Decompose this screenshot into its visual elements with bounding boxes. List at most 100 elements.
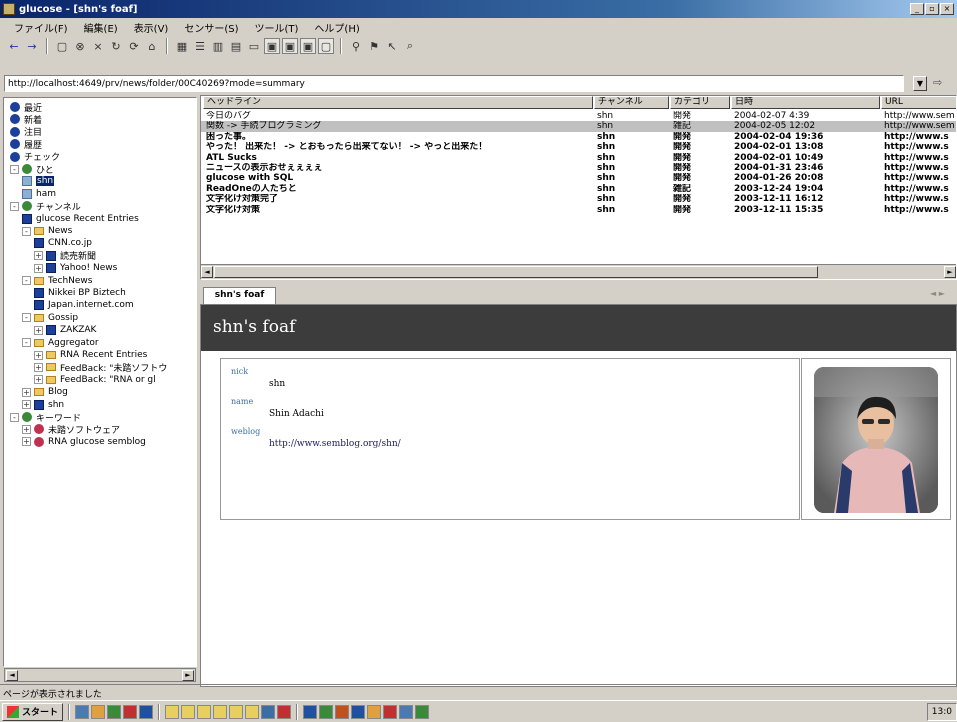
tree-horizontal-scrollbar[interactable]: ◄ ► — [4, 668, 196, 682]
forward-arrow-icon[interactable]: → — [24, 38, 40, 54]
layout-2-icon[interactable]: ▣ — [282, 38, 298, 54]
refresh-all-icon[interactable]: ⟳ — [126, 38, 142, 54]
window-button-icon[interactable] — [261, 704, 276, 719]
column-header[interactable]: カテゴリ — [670, 96, 730, 109]
collapse-icon[interactable]: - — [22, 276, 31, 286]
tree-node[interactable]: 新着 — [10, 113, 42, 126]
app-icon[interactable] — [107, 704, 122, 719]
channel-tree[interactable]: 最近 新着 注目 履歴 チェック - ひと shn ham - チャンネル glucose Recen… — [3, 97, 197, 667]
minimize-button[interactable]: _ — [910, 3, 924, 15]
stop-icon[interactable]: ⊗ — [72, 38, 88, 54]
tree-node[interactable]: + RNA glucose semblog — [22, 436, 146, 448]
tree-node[interactable]: 最近 — [10, 101, 42, 114]
tree-node[interactable]: + RNA Recent Entries — [34, 349, 147, 361]
tree-node[interactable]: + FeedBack: "未踏ソフトウ — [34, 361, 167, 374]
tree-node[interactable]: - News — [22, 225, 72, 237]
table-row[interactable]: 困った事。 shn 開発 2004-02-04 19:36 http://www.s — [201, 132, 956, 143]
table-row[interactable]: ニュースの表示おせぇぇぇぇ shn 開発 2004-01-31 23:46 http:/… — [201, 163, 956, 174]
refresh-icon[interactable]: ↻ — [108, 38, 124, 54]
tab-navigation-icon[interactable]: ◄ ► — [930, 289, 945, 298]
expand-icon[interactable]: + — [22, 387, 31, 397]
table-row[interactable]: ATL Sucks shn 開発 2004-02-01 10:49 http://www… — [201, 153, 956, 164]
scroll-left-icon[interactable]: ◄ — [201, 266, 213, 278]
tray-app-icon[interactable] — [367, 704, 382, 719]
tree-node[interactable]: + ZAKZAK — [34, 324, 96, 336]
table-row[interactable]: 今日のバグ shn 開発 2004-02-07 4:39 http://www.sem — [201, 111, 956, 122]
tray-app-icon[interactable] — [351, 704, 366, 719]
tray-app-icon[interactable] — [303, 704, 318, 719]
tree-node[interactable]: + Yahoo! News — [34, 262, 117, 274]
window-button-icon[interactable] — [181, 704, 196, 719]
menu-file[interactable]: ファイル(F) — [6, 20, 76, 35]
filter-icon[interactable]: ⚑ — [366, 38, 382, 54]
tray-app-icon[interactable] — [383, 704, 398, 719]
table-row[interactable]: glucose with SQL shn 開発 2004-01-26 20:08 htt… — [201, 173, 956, 184]
tree-node[interactable]: - キーワード — [10, 411, 81, 424]
close-button[interactable]: × — [940, 3, 954, 15]
tree-node[interactable]: - チャンネル — [10, 200, 81, 213]
table-row[interactable]: 文字化け対策完了 shn 開発 2003-12-11 16:12 http://www.… — [201, 194, 956, 205]
wand-icon[interactable]: ⚲ — [348, 38, 364, 54]
scroll-thumb[interactable] — [214, 266, 818, 278]
scroll-left-icon[interactable]: ◄ — [6, 670, 18, 681]
scroll-right-icon[interactable]: ► — [182, 670, 194, 681]
expand-icon[interactable]: + — [34, 251, 43, 261]
collapse-icon[interactable]: - — [10, 164, 19, 174]
tray-app-icon[interactable] — [335, 704, 350, 719]
collapse-icon[interactable]: - — [10, 412, 19, 422]
tree-node[interactable]: 注目 — [10, 126, 42, 138]
horizontal-split-icon[interactable]: ▭ — [246, 38, 262, 54]
column-header[interactable]: ヘッドライン — [203, 96, 593, 109]
tree-node[interactable]: 履歴 — [10, 138, 42, 151]
browser-icon[interactable] — [139, 704, 154, 719]
address-input[interactable] — [4, 75, 904, 92]
columns-view-icon[interactable]: ▥ — [210, 38, 226, 54]
list-horizontal-scrollbar[interactable]: ◄ ► — [201, 264, 956, 279]
menu-tools[interactable]: ツール(T) — [247, 20, 307, 35]
restore-button[interactable]: ▫ — [925, 3, 939, 15]
collapse-icon[interactable]: - — [22, 338, 31, 348]
layout-3-icon[interactable]: ▣ — [300, 38, 316, 54]
tile-view-icon[interactable]: ▤ — [228, 38, 244, 54]
tree-node[interactable]: Japan.internet.com — [34, 299, 134, 311]
expand-icon[interactable]: + — [34, 375, 43, 385]
column-header[interactable]: チャンネル — [594, 96, 669, 109]
tray-app-icon[interactable] — [399, 704, 414, 719]
expand-icon[interactable]: + — [34, 325, 43, 335]
collapse-icon[interactable]: - — [22, 226, 31, 236]
tree-node[interactable]: - Aggregator — [22, 337, 99, 349]
expand-icon[interactable]: + — [22, 437, 31, 447]
window-button-icon[interactable] — [165, 704, 180, 719]
window-button-icon[interactable] — [277, 704, 292, 719]
app-icon[interactable] — [123, 704, 138, 719]
explorer-icon[interactable] — [91, 704, 106, 719]
desktop-icon[interactable] — [75, 704, 90, 719]
tree-node[interactable]: + FeedBack: "RNA or gl — [34, 374, 156, 386]
window-button-icon[interactable] — [197, 704, 212, 719]
address-dropdown-icon[interactable]: ▼ — [913, 76, 927, 91]
tray-app-icon[interactable] — [415, 704, 430, 719]
tree-node[interactable]: + shn — [22, 399, 64, 411]
expand-icon[interactable]: + — [22, 424, 31, 434]
tree-node[interactable]: - TechNews — [22, 275, 92, 287]
tree-node[interactable]: + 未踏ソフトウェア — [22, 423, 120, 436]
expand-icon[interactable]: + — [34, 362, 43, 372]
tree-node[interactable]: - ひと — [10, 163, 54, 176]
column-header[interactable]: 日時 — [731, 96, 880, 109]
tree-node[interactable]: ham — [22, 188, 56, 200]
tab-shns-foaf[interactable]: shn's foaf — [203, 287, 276, 304]
tree-node[interactable]: チェック — [10, 151, 60, 163]
expand-icon[interactable]: + — [34, 350, 43, 360]
back-arrow-icon[interactable]: ← — [6, 38, 22, 54]
menu-help[interactable]: ヘルプ(H) — [306, 20, 367, 35]
layout-4-icon[interactable]: ▢ — [318, 38, 334, 54]
list-view-icon[interactable]: ☰ — [192, 38, 208, 54]
collapse-icon[interactable]: - — [10, 201, 19, 211]
close-icon[interactable]: × — [90, 38, 106, 54]
system-clock[interactable]: 13:0 — [926, 702, 957, 721]
layout-1-icon[interactable]: ▣ — [264, 38, 280, 54]
window-button-icon[interactable] — [245, 704, 260, 719]
table-row[interactable]: やった！ 出来た！ -> とおもったら出来てない！ -> やっと出来た！ shn 開… — [201, 142, 956, 153]
tree-node[interactable]: + 読売新聞 — [34, 250, 96, 262]
menu-sensor[interactable]: センサー(S) — [176, 20, 246, 35]
